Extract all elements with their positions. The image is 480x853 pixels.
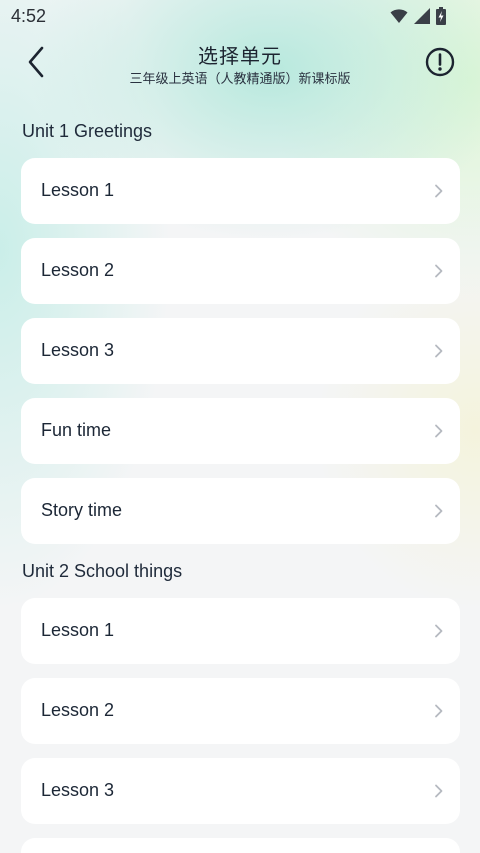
section-title-unit-1: Unit 1 Greetings [22, 121, 153, 141]
chevron-right-icon [435, 264, 443, 278]
chevron-right-icon [435, 704, 443, 718]
lesson-card-label: Story time [41, 500, 123, 520]
lesson-card-label: Lesson 3 [41, 340, 115, 360]
exclamation-circle-icon [425, 47, 455, 77]
lesson-card[interactable]: Story time [21, 478, 460, 544]
chevron-right-icon [435, 504, 443, 518]
page-title: 选择单元 [198, 46, 282, 68]
chevron-right-icon [435, 784, 443, 798]
signal-icon [414, 8, 430, 24]
lesson-card-label: Lesson 3 [41, 780, 115, 800]
page-subtitle: 三年级上英语（人教精通版）新课标版 [129, 71, 351, 86]
lesson-card-label: Lesson 1 [41, 620, 115, 640]
chevron-right-icon [435, 424, 443, 438]
chevron-right-icon [435, 624, 443, 638]
lesson-card-label: Fun time [41, 420, 112, 440]
lesson-card[interactable]: Lesson 3 [21, 758, 460, 824]
lesson-card[interactable]: Lesson 1 [21, 598, 460, 664]
lesson-card[interactable]: Lesson 1 [21, 158, 460, 224]
lesson-card[interactable]: Lesson 3 [21, 318, 460, 384]
header: 选择单元 三年级上英语（人教精通版）新课标版 [0, 32, 480, 100]
chevron-right-icon [435, 344, 443, 358]
status-icons [390, 7, 446, 25]
chevron-right-icon [435, 184, 443, 198]
battery-icon [436, 7, 446, 25]
lesson-card-partial[interactable] [21, 838, 460, 853]
lesson-card[interactable]: Lesson 2 [21, 238, 460, 304]
lesson-card[interactable]: Lesson 2 [21, 678, 460, 744]
section-title-unit-2: Unit 2 School things [22, 561, 183, 581]
lesson-card-label: Lesson 2 [41, 260, 115, 280]
lesson-card-label: Lesson 2 [41, 700, 115, 720]
lesson-card-label: Lesson 1 [41, 180, 115, 200]
info-button[interactable] [424, 46, 456, 78]
status-time: 4:52 [11, 6, 47, 26]
wifi-icon [390, 9, 408, 23]
status-bar: 4:52 [0, 0, 480, 32]
lesson-card[interactable]: Fun time [21, 398, 460, 464]
